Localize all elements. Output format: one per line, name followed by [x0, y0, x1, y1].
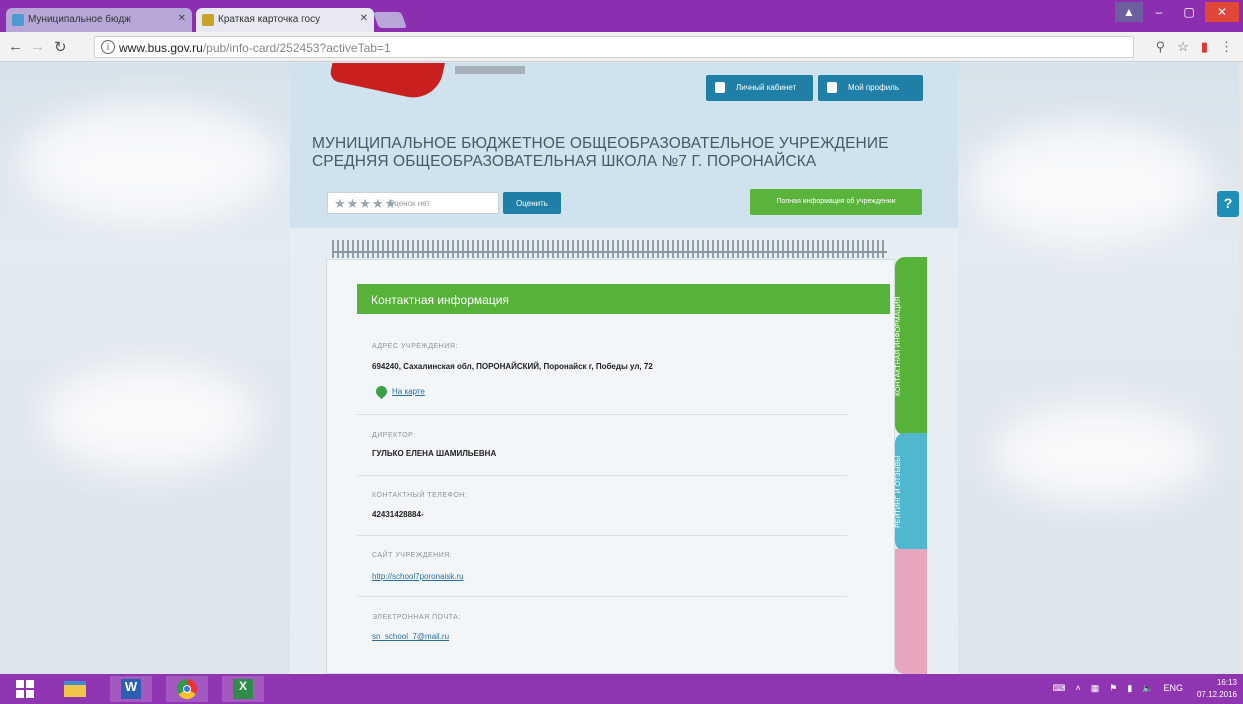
windows-taskbar: W X ⌨ ˄ ▦ ⚑ ▮ 🔈 ENG 16:13 07.12.2016: [0, 674, 1243, 704]
notebook-spiral-line: [332, 251, 887, 253]
emblem-favicon-icon: [202, 14, 214, 26]
rating-stars-icon[interactable]: ★★★★★: [334, 196, 397, 212]
word-icon[interactable]: W: [110, 676, 152, 702]
system-tray: ⌨ ˄ ▦ ⚑ ▮ 🔈 ENG: [1052, 683, 1183, 694]
address-label: АДРЕС УЧРЕЖДЕНИЯ:: [372, 343, 458, 350]
rate-button[interactable]: Оценить: [503, 192, 561, 214]
tab-rating-reviews[interactable]: РЕЙТИНГ И ОТЗЫВЫ: [895, 433, 927, 551]
info-icon[interactable]: i: [101, 40, 115, 54]
network-icon[interactable]: ▦: [1091, 683, 1100, 694]
tab-inactive[interactable]: Муниципальное бюдж ✕: [6, 8, 192, 32]
tab-active[interactable]: Краткая карточка госу ✕: [196, 8, 374, 32]
site-label: САЙТ УЧРЕЖДЕНИЯ:: [372, 552, 453, 559]
notebook-spiral: [332, 240, 887, 258]
user-icon: [827, 82, 837, 93]
chrome-icon[interactable]: [166, 676, 208, 702]
divider: [357, 475, 847, 476]
divider: [357, 596, 847, 597]
close-tab-icon[interactable]: ✕: [178, 13, 186, 24]
minimize-button[interactable]: –: [1145, 2, 1173, 22]
tab-contact-info[interactable]: КОНТАКТНАЯ ИНФОРМАЦИЯ: [895, 257, 927, 435]
divider: [357, 535, 847, 536]
site-logo-text: [455, 66, 525, 74]
help-question-icon[interactable]: ?: [1217, 191, 1239, 217]
info-card: [326, 259, 895, 674]
language-indicator[interactable]: ENG: [1163, 683, 1183, 694]
browser-tab-bar: Муниципальное бюдж ✕ Краткая карточка го…: [0, 0, 1243, 32]
tab-third-section[interactable]: [895, 549, 927, 674]
my-profile-button[interactable]: Мой профиль: [818, 75, 923, 101]
phone-label: КОНТАКТНЫЙ ТЕЛЕФОН:: [372, 492, 468, 499]
email-label: ЭЛЕКТРОННАЯ ПОЧТА:: [372, 614, 461, 621]
cabinet-label: Личный кабинет: [736, 83, 797, 92]
clock[interactable]: 16:13 07.12.2016: [1197, 677, 1237, 701]
tab-label: Муниципальное бюдж: [28, 14, 131, 25]
lock-icon: [715, 82, 725, 93]
url-path: /pub/info-card/252453?activeTab=1: [202, 41, 391, 55]
clock-date: 07.12.2016: [1196, 690, 1237, 699]
new-tab-button[interactable]: [373, 12, 407, 28]
site-link[interactable]: http://school7poronaisk.ru: [372, 572, 464, 581]
start-button[interactable]: [4, 676, 46, 702]
tab-label: Краткая карточка госу: [218, 14, 321, 25]
organization-title: МУНИЦИПАЛЬНОЕ БЮДЖЕТНОЕ ОБЩЕОБРАЗОВАТЕЛЬ…: [312, 135, 889, 170]
battery-icon[interactable]: ▮: [1127, 683, 1132, 694]
browser-toolbar: ← → ↻ i www.bus.gov.ru/pub/info-card/252…: [0, 32, 1243, 62]
director-label: ДИРЕКТОР:: [372, 432, 416, 439]
window-controls: ▲ – ▢ ✕: [1115, 2, 1239, 22]
maximize-button[interactable]: ▢: [1175, 2, 1203, 22]
url-host: www.bus.gov.ru: [119, 41, 203, 55]
file-explorer-icon[interactable]: [54, 676, 96, 702]
address-bar[interactable]: i www.bus.gov.ru/pub/info-card/252453?ac…: [94, 36, 1134, 58]
profile-icon[interactable]: ▲: [1115, 2, 1143, 22]
show-hidden-icons[interactable]: ˄: [1075, 683, 1080, 694]
reload-icon[interactable]: ↻: [54, 38, 67, 56]
rating-widget[interactable]: ★★★★★ Оценок нет: [327, 192, 499, 214]
page-content: Личный кабинет Мой профиль МУНИЦИПАЛЬНОЕ…: [0, 63, 1243, 674]
card-title: Контактная информация: [357, 284, 890, 314]
menu-icon[interactable]: ⋮: [1220, 39, 1233, 55]
forward-arrow-icon[interactable]: →: [30, 38, 45, 55]
keyboard-icon[interactable]: ⌨: [1052, 683, 1065, 694]
site-favicon-icon: [12, 14, 24, 26]
toolbar-icons: ⚲ ☆ ▮ ⋮: [1156, 39, 1233, 55]
zoom-icon[interactable]: ⚲: [1156, 39, 1166, 55]
address-value: 694240, Сахалинская обл, ПОРОНАЙСКИЙ, По…: [372, 362, 653, 371]
close-window-button[interactable]: ✕: [1205, 2, 1239, 22]
full-info-button[interactable]: Полная информация об учреждении: [750, 189, 922, 215]
page-scrollbar[interactable]: [1239, 63, 1243, 674]
extension-icon[interactable]: ▮: [1201, 39, 1208, 55]
divider: [357, 414, 847, 415]
map-link[interactable]: На карте: [376, 387, 425, 396]
director-value: ГУЛЬКО ЕЛЕНА ШАМИЛЬЕВНА: [372, 449, 497, 458]
excel-icon[interactable]: X: [222, 676, 264, 702]
close-tab-icon[interactable]: ✕: [360, 13, 368, 24]
clock-time: 16:13: [1216, 678, 1237, 687]
bookmark-star-icon[interactable]: ☆: [1177, 39, 1189, 55]
personal-cabinet-button[interactable]: Личный кабинет: [706, 75, 813, 101]
phone-value: 42431428884-: [372, 510, 424, 519]
email-link[interactable]: sn_school_7@mail.ru: [372, 632, 449, 641]
flag-icon[interactable]: ⚑: [1109, 683, 1117, 694]
volume-icon[interactable]: 🔈: [1142, 683, 1153, 694]
back-arrow-icon[interactable]: ←: [8, 38, 23, 55]
windows-logo-icon: [16, 680, 34, 698]
profile-label: Мой профиль: [848, 83, 900, 92]
